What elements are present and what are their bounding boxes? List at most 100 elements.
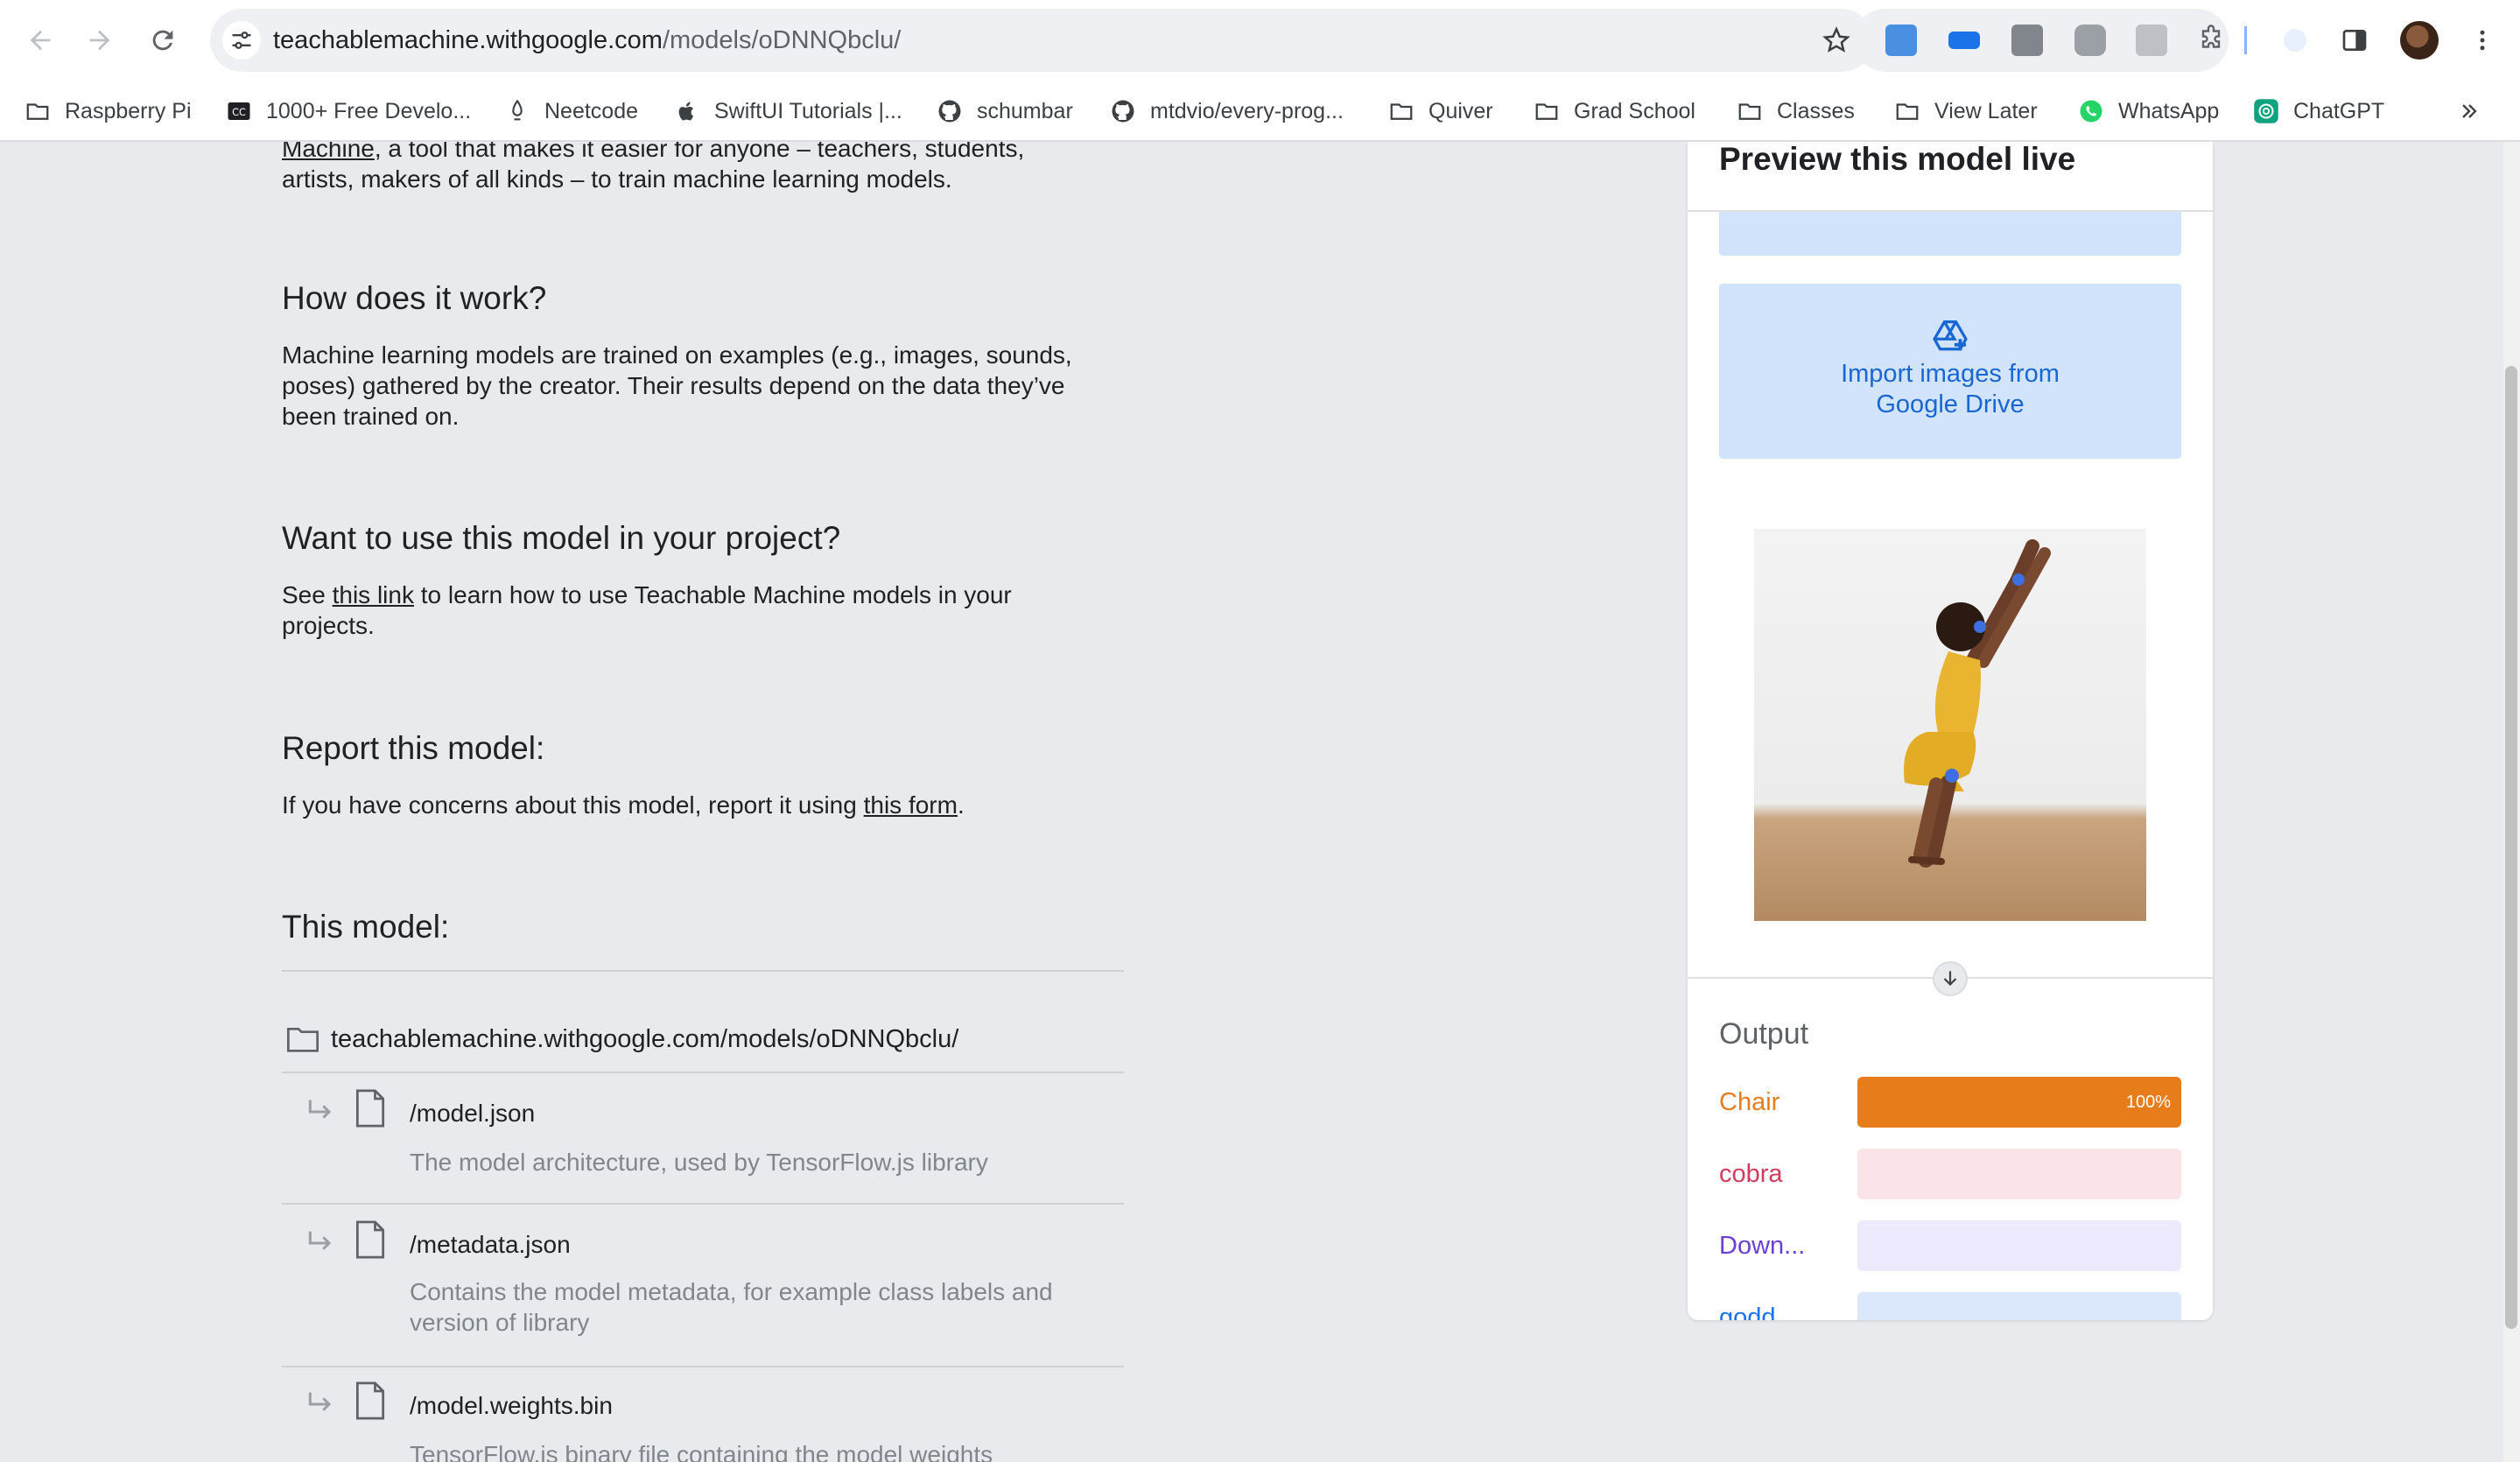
folder-icon: [1534, 98, 1560, 124]
file-name: /model.weights.bin: [410, 1392, 613, 1419]
bookmark-every-programming[interactable]: mtdvio/every-prog...: [1110, 81, 1344, 142]
file-description: Contains the model metadata, for example…: [410, 1278, 1053, 1336]
extension-icon-3[interactable]: [2011, 25, 2043, 56]
chrome-menu-icon[interactable]: [2461, 19, 2503, 61]
confidence-percent: 100%: [2125, 1093, 2171, 1112]
teachable-machine-link[interactable]: Machine: [282, 142, 375, 162]
subdirectory-arrow-icon: [308, 1231, 332, 1250]
bookmark-label: Quiver: [1428, 98, 1493, 123]
bookmark-grad-school[interactable]: Grad School: [1534, 81, 1695, 142]
bookmark-view-later[interactable]: View Later: [1894, 81, 2038, 142]
class-name: cobra: [1719, 1160, 1783, 1188]
back-button[interactable]: [12, 12, 68, 68]
folder-icon: [1894, 98, 1920, 124]
more-bookmarks-chevron-icon[interactable]: [2451, 93, 2488, 130]
file-description: The model architecture, used by TensorFl…: [410, 1149, 988, 1176]
bookmark-whatsapp[interactable]: WhatsApp: [2078, 81, 2219, 142]
bookmark-label: Classes: [1777, 98, 1855, 123]
neetcode-icon: [504, 98, 530, 124]
bookmark-label: mtdvio/every-prog...: [1150, 98, 1344, 123]
class-name: godd: [1719, 1304, 1776, 1320]
output-class-row: godd: [1719, 1292, 2181, 1320]
side-panel-icon[interactable]: [2334, 19, 2376, 61]
bookmark-label: Grad School: [1574, 98, 1695, 123]
reload-icon: [152, 30, 173, 51]
use-heading: Want to use this model in your project?: [282, 520, 841, 556]
this-link-link[interactable]: this link: [333, 581, 414, 608]
extension-icon-2[interactable]: [1948, 32, 1980, 49]
back-arrow-icon: [30, 30, 51, 51]
file-name: /model.json: [410, 1100, 536, 1127]
extension-icon-5[interactable]: [2136, 25, 2167, 56]
file-icon: [355, 1220, 385, 1259]
extensions-puzzle-icon[interactable]: [2195, 25, 2227, 56]
preview-header: Preview this model live: [1688, 142, 2213, 212]
intro-text-line-2: artists, makers of all kinds – to train …: [282, 165, 952, 193]
how-body: Machine learning models are trained on e…: [282, 341, 1072, 430]
reload-button[interactable]: [135, 12, 191, 68]
folder-icon: [287, 1028, 319, 1052]
import-drive-label: Import images from Google Drive: [1841, 360, 2060, 418]
intro-paragraph: Machine, a tool that makes it easier for…: [282, 142, 1122, 194]
url-host: teachablemachine.withgoogle.com: [273, 26, 663, 54]
whatsapp-icon: [2078, 98, 2104, 124]
pose-preview-image: [1754, 529, 2146, 921]
browser-toolbar: teachablemachine.withgoogle.com/models/o…: [0, 0, 2520, 81]
extensions-area: [1854, 9, 2229, 72]
file-description: TensorFlow.js binary file containing the…: [410, 1441, 993, 1462]
chatgpt-icon: [2253, 98, 2279, 124]
output-class-row: Down...: [1719, 1220, 2181, 1271]
bookmark-swiftui[interactable]: SwiftUI Tutorials |...: [674, 81, 902, 142]
divider: [282, 1072, 1124, 1073]
file-icon: [355, 1089, 385, 1128]
profile-avatar[interactable]: [2400, 21, 2439, 60]
address-bar[interactable]: teachablemachine.withgoogle.com/models/o…: [210, 9, 1873, 72]
subdirectory-arrow-icon: [308, 1100, 332, 1119]
use-text-pre: See: [282, 581, 333, 608]
folder-icon: [1737, 98, 1763, 124]
bookmarks-bar: Raspberry Pi CC 1000+ Free Develo... Nee…: [0, 81, 2520, 142]
confidence-bar: [1857, 1220, 2181, 1271]
report-text-pre: If you have concerns about this model, r…: [282, 791, 864, 819]
divider: [282, 1203, 1124, 1205]
report-form-link[interactable]: this form: [864, 791, 958, 819]
bookmark-label: View Later: [1934, 98, 2038, 123]
bookmark-label: ChatGPT: [2293, 98, 2385, 123]
divider: [282, 1366, 1124, 1367]
forward-arrow-icon: [89, 30, 110, 51]
bookmark-neetcode[interactable]: Neetcode: [504, 81, 638, 142]
import-google-drive-button[interactable]: Import images from Google Drive: [1719, 284, 2181, 459]
bookmark-chatgpt[interactable]: ChatGPT: [2253, 81, 2384, 142]
model-heading: This model:: [282, 909, 450, 945]
site-settings-icon[interactable]: [222, 21, 261, 60]
cc-icon: CC: [226, 98, 252, 124]
arrow-down-icon: [1933, 961, 1968, 996]
extension-icon-1[interactable]: [1885, 25, 1917, 56]
use-body: See this link to learn how to use Teacha…: [282, 580, 1105, 641]
robot-extension-icon[interactable]: [2074, 25, 2106, 56]
bookmark-classes[interactable]: Classes: [1737, 81, 1855, 142]
forward-button[interactable]: [72, 12, 128, 68]
url-text: teachablemachine.withgoogle.com/models/o…: [273, 9, 901, 72]
file-icon: [355, 1381, 385, 1420]
bookmark-label: SwiftUI Tutorials |...: [714, 98, 902, 123]
bookmark-schumbar[interactable]: schumbar: [937, 81, 1073, 142]
page-content: Machine, a tool that makes it easier for…: [0, 142, 2503, 1462]
bookmark-free-developer[interactable]: CC 1000+ Free Develo...: [226, 81, 471, 142]
bookmark-label: Raspberry Pi: [65, 98, 192, 123]
class-name: Chair: [1719, 1088, 1780, 1116]
class-name: Down...: [1719, 1232, 1806, 1260]
page-scrollbar-thumb[interactable]: [2505, 366, 2517, 1329]
confidence-bar: [1857, 1292, 2181, 1320]
bookmark-raspberry-pi[interactable]: Raspberry Pi: [25, 81, 192, 142]
profile-sync-icon[interactable]: [2274, 19, 2316, 61]
bookmark-star-icon[interactable]: [1817, 21, 1856, 60]
divider: [282, 970, 1124, 972]
preview-panel: Preview this model live Import images fr…: [1688, 142, 2213, 1320]
output-class-row: cobra: [1719, 1149, 2181, 1199]
toolbar-separator: [2244, 26, 2247, 54]
model-folder-row: teachablemachine.withgoogle.com/models/o…: [284, 1017, 1124, 1061]
intro-text: , a tool that makes it easier for anyone…: [374, 142, 1025, 162]
file-name: /metadata.json: [410, 1231, 571, 1258]
bookmark-quiver[interactable]: Quiver: [1388, 81, 1493, 142]
